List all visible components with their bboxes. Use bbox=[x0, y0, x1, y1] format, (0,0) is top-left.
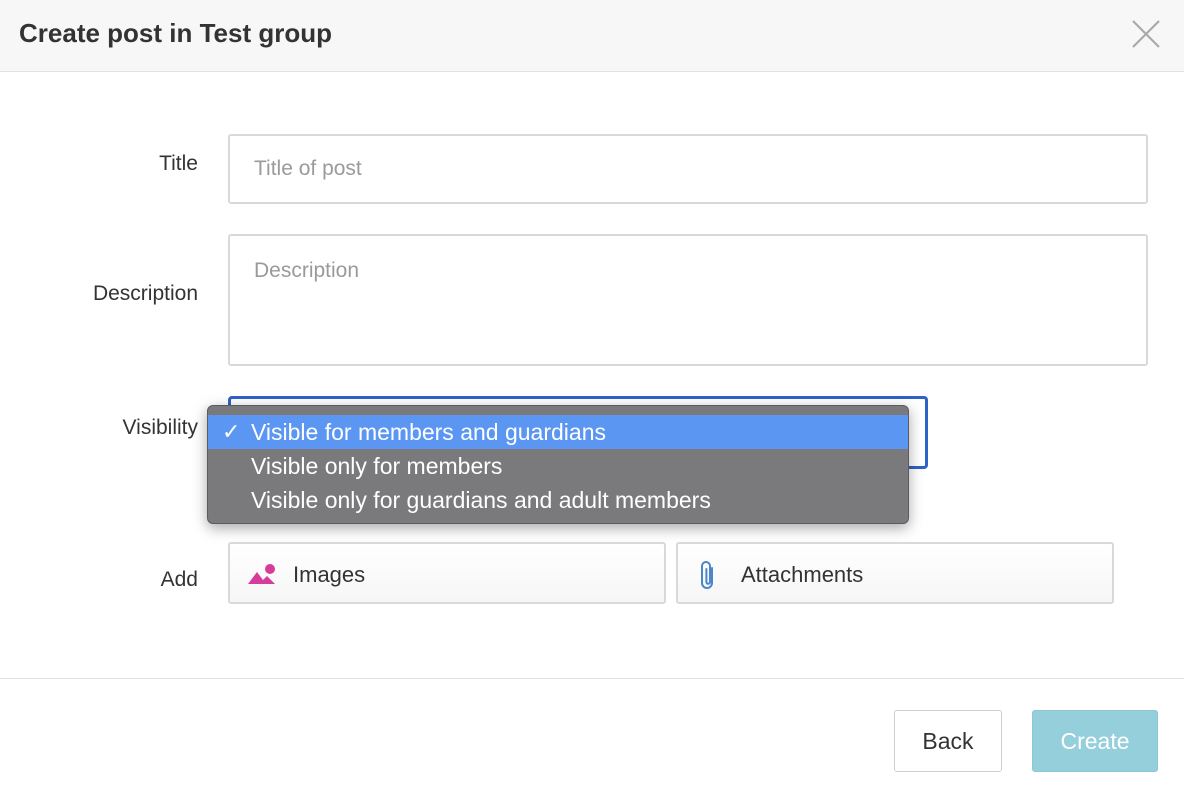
attachments-button-label: Attachments bbox=[741, 562, 864, 587]
title-input[interactable] bbox=[228, 134, 1148, 204]
back-button[interactable]: Back bbox=[894, 710, 1002, 772]
footer-divider bbox=[0, 678, 1184, 679]
close-button[interactable] bbox=[1128, 16, 1164, 52]
checkmark-icon: ✓ bbox=[222, 419, 241, 444]
title-label: Title bbox=[159, 152, 198, 175]
close-icon bbox=[1132, 20, 1160, 48]
add-images-button[interactable]: Images bbox=[228, 542, 666, 604]
dialog-header: Create post in Test group bbox=[0, 0, 1184, 72]
visibility-label: Visibility bbox=[122, 416, 198, 439]
visibility-option-label: Visible only for guardians and adult mem… bbox=[251, 487, 711, 513]
dialog-title: Create post in Test group bbox=[19, 18, 332, 48]
visibility-option[interactable]: ✓ Visible for members and guardians bbox=[208, 415, 908, 449]
add-attachments-button[interactable]: Attachments bbox=[676, 542, 1114, 604]
create-button[interactable]: Create bbox=[1032, 710, 1158, 772]
visibility-option-label: Visible only for members bbox=[251, 453, 503, 479]
images-button-label: Images bbox=[293, 562, 366, 587]
add-label: Add bbox=[160, 568, 198, 591]
visibility-dropdown[interactable]: ✓ Visible for members and guardians Visi… bbox=[207, 405, 909, 524]
visibility-option[interactable]: Visible only for guardians and adult mem… bbox=[208, 483, 908, 517]
description-label: Description bbox=[92, 282, 198, 305]
description-input[interactable] bbox=[228, 234, 1148, 366]
image-icon bbox=[248, 564, 275, 584]
visibility-option[interactable]: Visible only for members bbox=[208, 449, 908, 483]
paperclip-icon bbox=[701, 561, 713, 589]
visibility-option-label: Visible for members and guardians bbox=[251, 419, 606, 445]
